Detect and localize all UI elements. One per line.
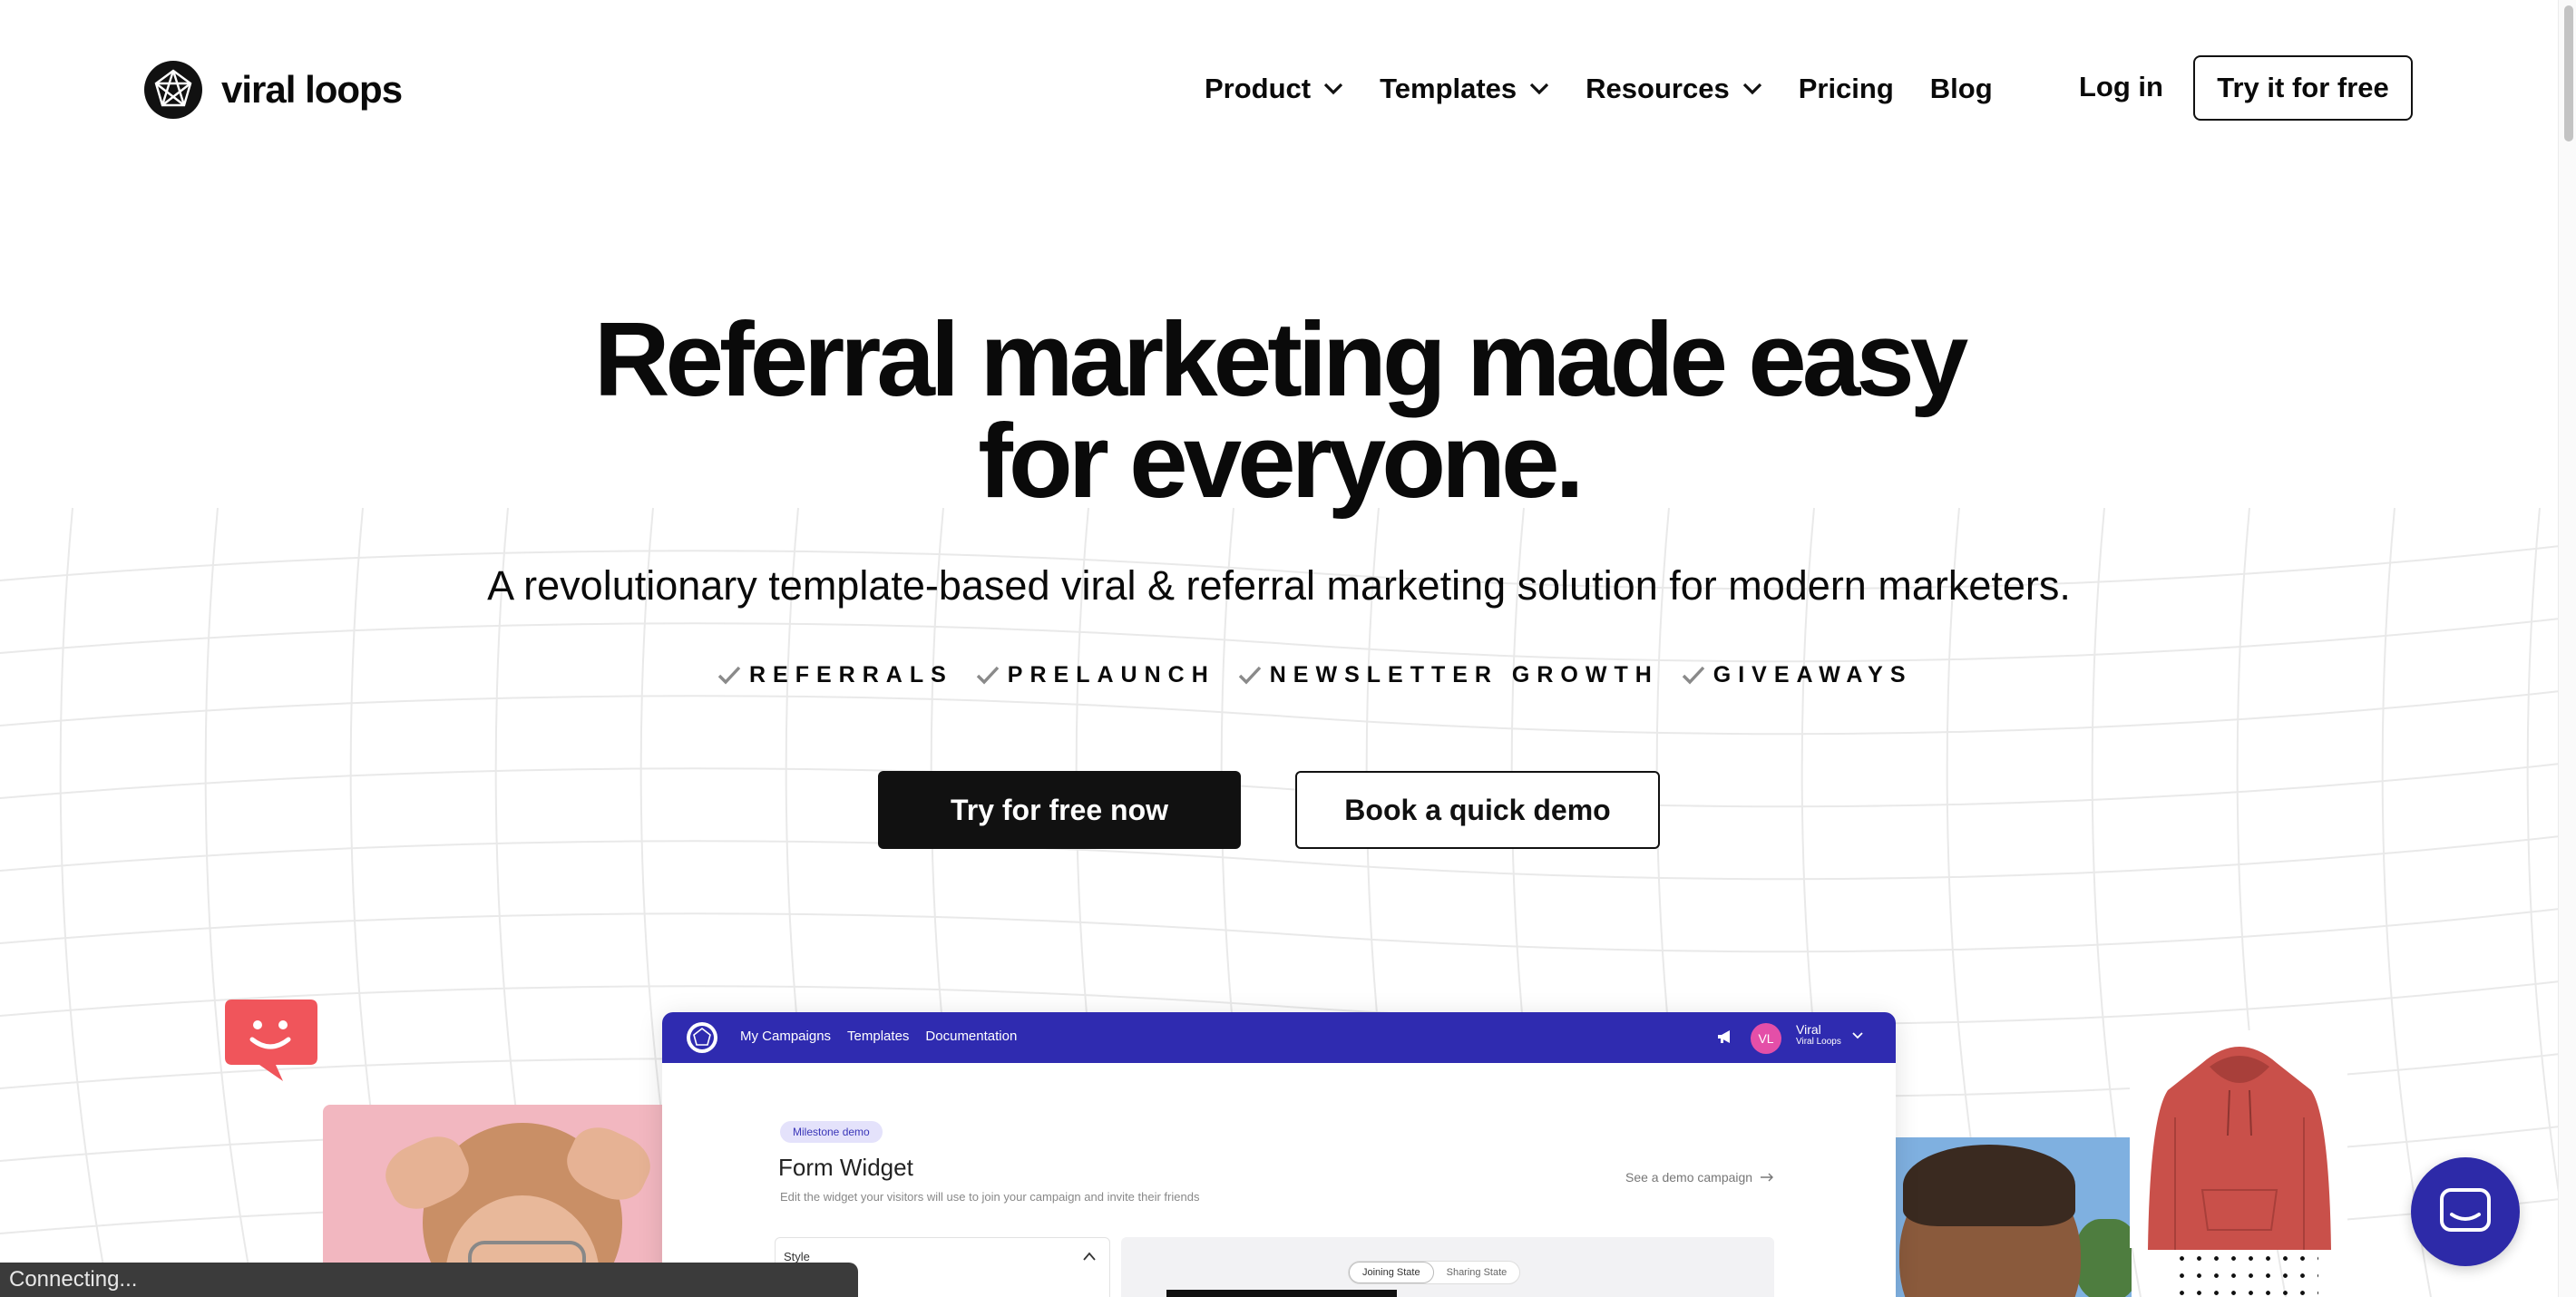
chat-icon	[2440, 1188, 2491, 1232]
check-icon	[717, 666, 741, 684]
chevron-down-icon[interactable]	[1852, 1032, 1863, 1039]
demo-campaign-link-label: See a demo campaign	[1625, 1170, 1753, 1185]
megaphone-icon[interactable]	[1716, 1029, 1734, 1045]
star-in-circle-icon	[687, 1022, 717, 1053]
nav-item-label: Pricing	[1798, 73, 1894, 104]
main-nav: Product Templates Resources Pricing Blog	[1205, 67, 2029, 111]
hero-title-line-2: for everyone.	[978, 402, 1585, 520]
nav-item-blog[interactable]: Blog	[1930, 73, 1993, 105]
login-link[interactable]: Log in	[2079, 71, 2163, 103]
chat-launcher-button[interactable]	[2411, 1157, 2520, 1266]
dashboard-description: Edit the widget your visitors will use t…	[780, 1190, 1200, 1204]
chevron-down-icon	[1742, 83, 1761, 95]
feature-tag: REFERRALS	[717, 662, 953, 688]
feature-tag: GIVEAWAYS	[1681, 662, 1913, 688]
hero-subtitle: A revolutionary template-based viral & r…	[487, 562, 2071, 609]
dashboard-user-org: Viral Loops	[1796, 1037, 1841, 1047]
feature-tags: REFERRALS PRELAUNCH NEWSLETTER GROWTH GI…	[717, 662, 1935, 688]
nav-item-label: Templates	[1380, 73, 1517, 104]
hero-title: Referral marketing made easy for everyon…	[0, 307, 2558, 513]
nav-item-pricing[interactable]: Pricing	[1799, 73, 1894, 105]
book-demo-button[interactable]: Book a quick demo	[1295, 771, 1660, 849]
dashboard-nav: My Campaigns Templates Documentation	[740, 1029, 1033, 1044]
check-icon	[1238, 666, 1261, 684]
style-panel-label: Style	[784, 1250, 810, 1263]
hero-title-line-1: Referral marketing made easy	[593, 300, 1969, 418]
page-scrollbar[interactable]	[2558, 0, 2576, 1297]
dashboard-nav-item[interactable]: My Campaigns	[740, 1029, 831, 1044]
chevron-down-icon	[1323, 83, 1343, 95]
hoodie-image	[2148, 1047, 2331, 1250]
widget-preview-block	[1166, 1290, 1397, 1297]
photo-hair	[1903, 1145, 2075, 1226]
dashboard-nav-item[interactable]: Documentation	[925, 1029, 1017, 1044]
feature-tag-label: REFERRALS	[749, 662, 953, 688]
nav-item-label: Blog	[1929, 73, 1993, 104]
scrollbar-thumb[interactable]	[2564, 5, 2573, 141]
avatar[interactable]: VL	[1751, 1023, 1781, 1054]
browser-status-bar: Connecting...	[0, 1263, 858, 1297]
brand-logo[interactable]: viral loops	[143, 60, 403, 120]
dashboard-preview: My Campaigns Templates Documentation VL …	[662, 1012, 1896, 1297]
state-toggle: Joining State Sharing State	[1348, 1261, 1521, 1284]
site-header: viral loops Product Templates Resources …	[0, 0, 2576, 178]
dashboard-user-name: Viral	[1796, 1022, 1821, 1037]
nav-item-resources[interactable]: Resources	[1586, 73, 1762, 105]
nav-item-templates[interactable]: Templates	[1380, 73, 1549, 105]
arrow-right-icon	[1761, 1173, 1774, 1182]
man-photo	[1894, 1137, 2132, 1297]
dashboard-topbar: My Campaigns Templates Documentation VL …	[662, 1012, 1896, 1063]
chevron-down-icon	[1530, 83, 1549, 95]
brand-name: viral loops	[221, 68, 403, 111]
smiley-chat-icon	[225, 1000, 317, 1081]
star-in-circle-icon	[144, 61, 202, 119]
feature-tag: PRELAUNCH	[975, 662, 1215, 688]
check-icon	[976, 666, 1000, 684]
dashboard-user: Viral Viral Loops	[1796, 1022, 1841, 1047]
photo-tree	[2075, 1219, 2132, 1297]
dashboard-title: Form Widget	[778, 1154, 913, 1181]
dot-pattern	[2173, 1250, 2318, 1297]
chevron-up-icon[interactable]	[1083, 1252, 1096, 1261]
check-icon	[1682, 666, 1705, 684]
nav-item-product[interactable]: Product	[1205, 73, 1343, 105]
feature-tag-label: GIVEAWAYS	[1712, 662, 1913, 688]
toggle-joining-state[interactable]: Joining State	[1349, 1262, 1434, 1283]
feature-tag-label: NEWSLETTER GROWTH	[1269, 662, 1659, 688]
try-free-header-button[interactable]: Try it for free	[2193, 55, 2413, 121]
nav-item-label: Resources	[1586, 73, 1730, 104]
feature-tag: NEWSLETTER GROWTH	[1237, 662, 1659, 688]
nav-item-label: Product	[1205, 73, 1312, 104]
try-free-now-button[interactable]: Try for free now	[878, 771, 1241, 849]
feature-tag-label: PRELAUNCH	[1007, 662, 1215, 688]
toggle-sharing-state[interactable]: Sharing State	[1434, 1262, 1520, 1283]
dashboard-nav-item[interactable]: Templates	[847, 1029, 909, 1044]
campaign-chip: Milestone demo	[780, 1121, 883, 1143]
demo-campaign-link[interactable]: See a demo campaign	[1625, 1170, 1774, 1185]
